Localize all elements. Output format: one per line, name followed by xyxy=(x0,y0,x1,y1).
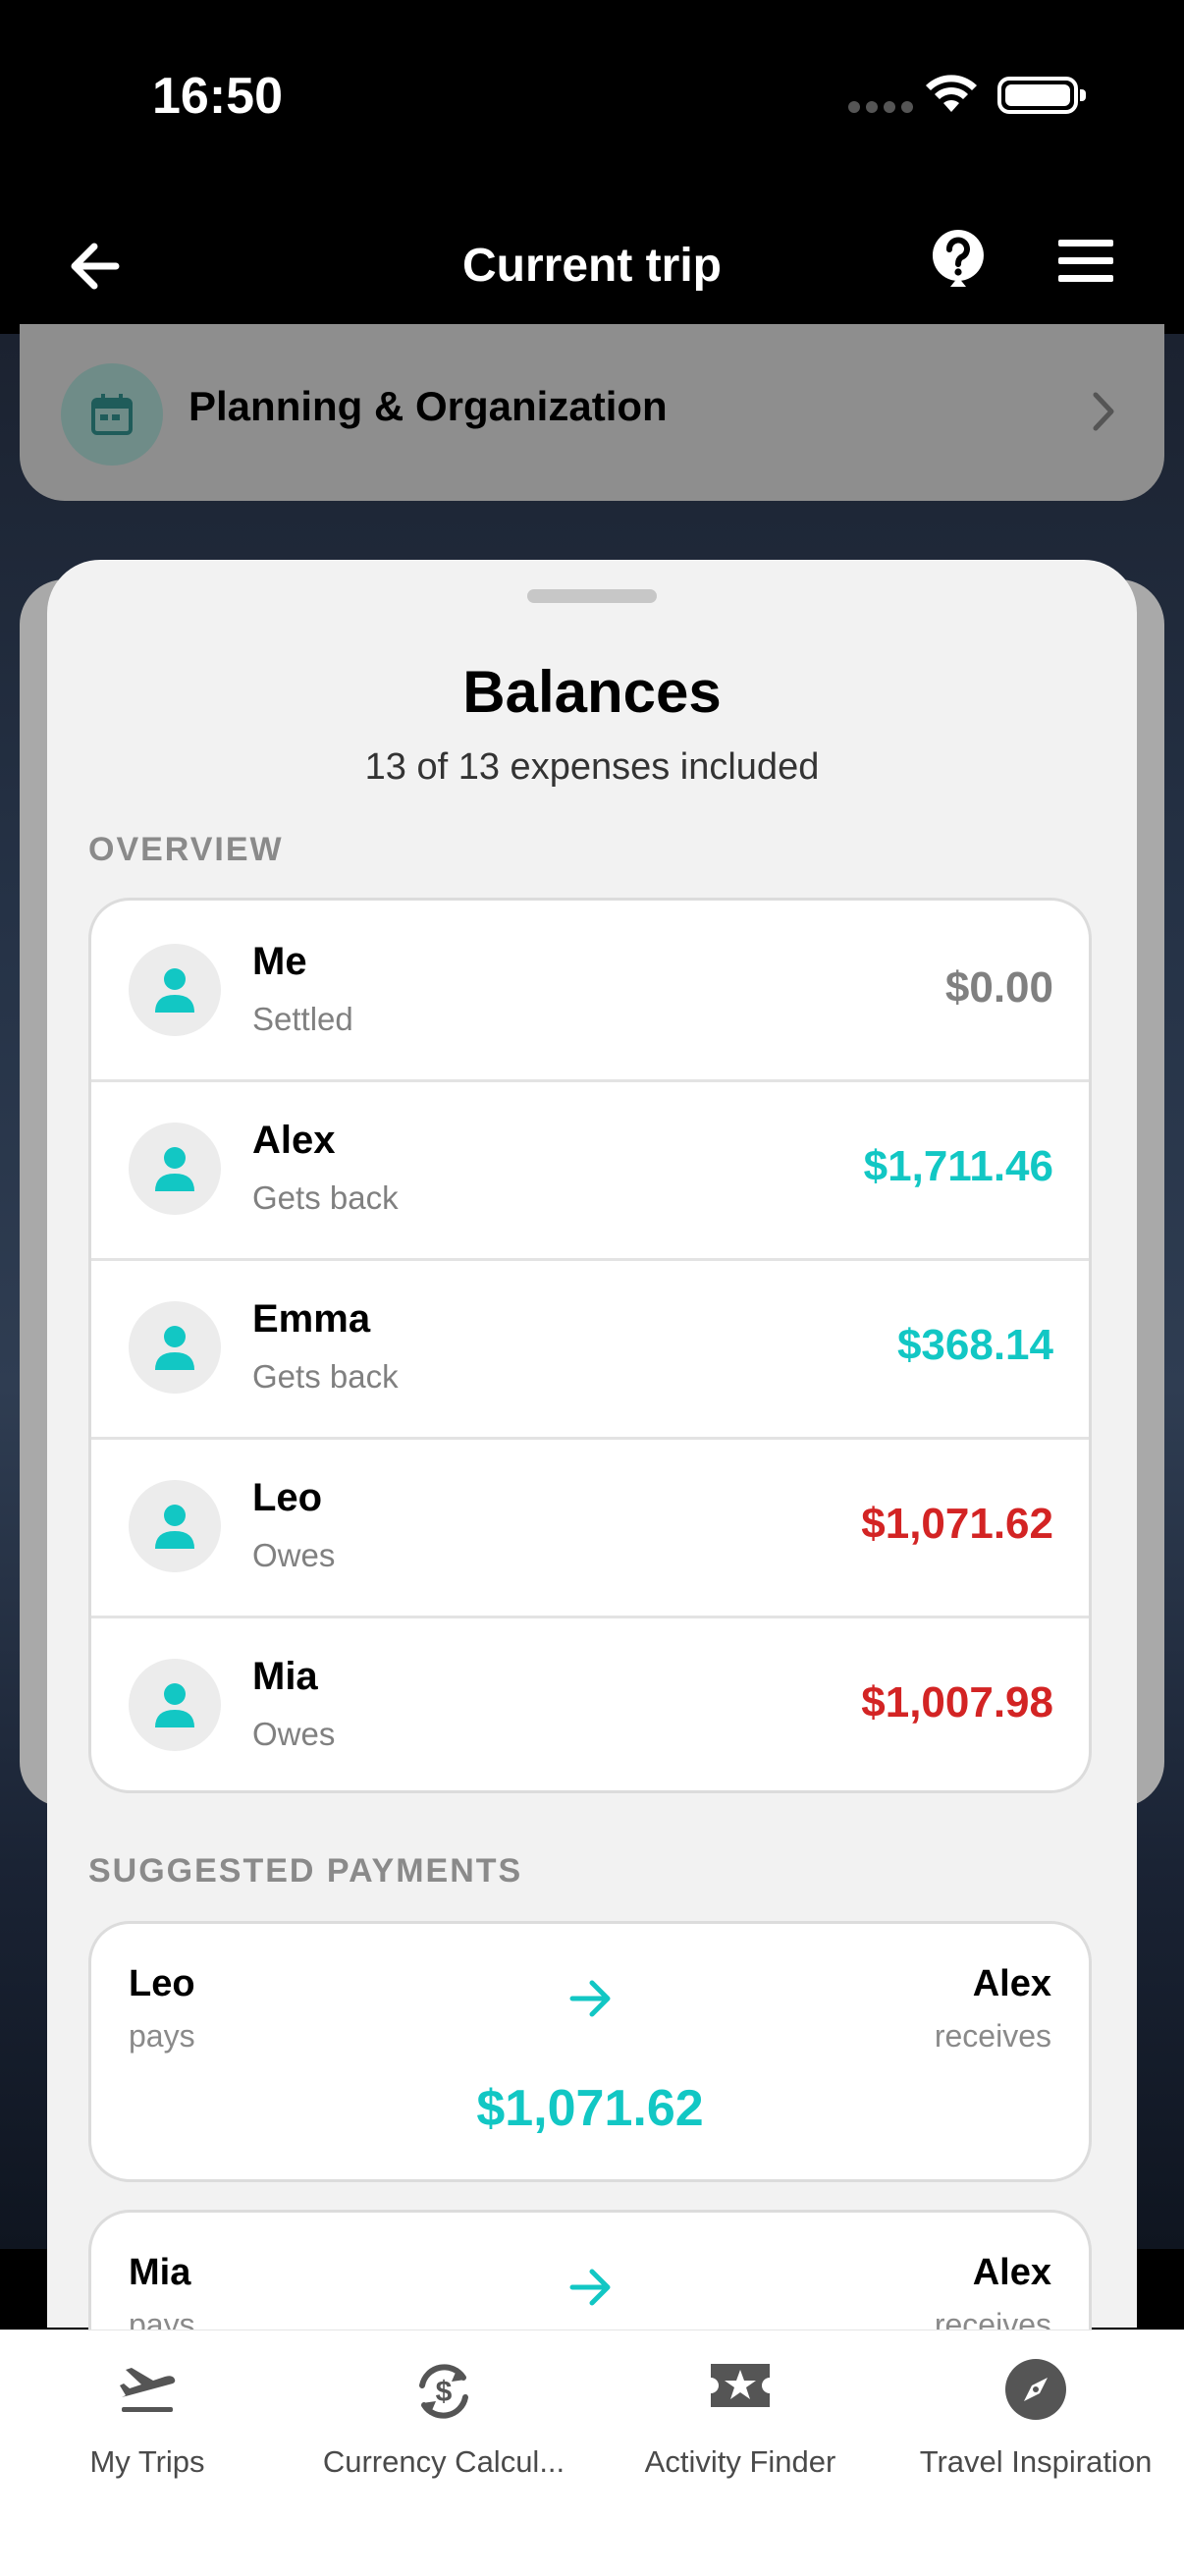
nav-bar: Current trip xyxy=(0,196,1184,334)
payer-name: Leo xyxy=(129,1963,195,2004)
balances-sheet: Balances 13 of 13 expenses included OVER… xyxy=(47,560,1137,2471)
person-status: Gets back xyxy=(252,1358,399,1395)
list-item[interactable]: Leo Owes $1,071.62 xyxy=(91,1437,1089,1618)
sheet-grabber[interactable] xyxy=(527,589,657,603)
tab-my-trips[interactable]: My Trips xyxy=(0,2330,295,2576)
payment-amount: $1,071.62 xyxy=(476,2080,704,2137)
payer-name: Mia xyxy=(129,2252,191,2293)
payee-role: receives xyxy=(934,2018,1051,2054)
wifi-icon xyxy=(926,75,977,112)
person-name: Mia xyxy=(252,1655,318,1698)
person-amount: $1,007.98 xyxy=(861,1678,1053,1726)
person-amount: $1,711.46 xyxy=(863,1142,1053,1190)
person-status: Owes xyxy=(252,1537,336,1573)
sheet-title: Balances xyxy=(462,659,722,725)
svg-text:$: $ xyxy=(436,2376,453,2408)
calendar-icon xyxy=(91,394,133,435)
person-status: Settled xyxy=(252,1001,353,1037)
person-amount: $1,071.62 xyxy=(861,1500,1053,1548)
payee-name: Alex xyxy=(972,1963,1051,2004)
page-title: Current trip xyxy=(462,240,722,292)
person-name: Alex xyxy=(252,1119,336,1162)
list-item[interactable]: Mia Owes $1,007.98 xyxy=(91,1616,1089,1790)
person-name: Leo xyxy=(252,1476,323,1519)
battery-icon xyxy=(997,77,1086,114)
avatar xyxy=(129,1123,221,1215)
list-item[interactable]: Alex Gets back $1,711.46 xyxy=(91,1079,1089,1261)
tab-label: Currency Calcul... xyxy=(322,2444,565,2479)
airplane-takeoff-icon xyxy=(120,2368,176,2412)
planning-label: Planning & Organization xyxy=(188,383,668,429)
payee-name: Alex xyxy=(972,2252,1051,2293)
chevron-right-icon xyxy=(1093,392,1114,431)
avatar xyxy=(129,1480,221,1572)
person-icon xyxy=(155,1505,194,1549)
tab-activity-finder[interactable]: Activity Finder xyxy=(593,2330,888,2576)
tab-bar: My Trips $ Currency Calcul... Activity F… xyxy=(0,2329,1184,2576)
suggested-payments-label: SUGGESTED PAYMENTS xyxy=(88,1852,523,1890)
planning-card[interactable]: Planning & Organization xyxy=(20,324,1164,501)
person-name: Emma xyxy=(252,1297,371,1341)
payer-role: pays xyxy=(129,2018,195,2054)
currency-exchange-icon: $ xyxy=(419,2364,468,2419)
arrow-right-icon xyxy=(569,2269,611,2306)
overview-label: OVERVIEW xyxy=(88,831,284,868)
person-icon xyxy=(155,968,194,1013)
payment-card[interactable]: Leo pays Alex receives $1,071.62 xyxy=(88,1921,1092,2182)
tab-travel-inspiration[interactable]: Travel Inspiration xyxy=(888,2330,1184,2576)
list-item[interactable]: Emma Gets back $368.14 xyxy=(91,1258,1089,1440)
sheet-subtitle: 13 of 13 expenses included xyxy=(364,746,820,788)
arrow-right-icon xyxy=(569,1980,611,2017)
compass-icon xyxy=(1005,2359,1066,2420)
tab-label: My Trips xyxy=(89,2444,205,2479)
person-icon xyxy=(155,1326,194,1370)
person-icon xyxy=(155,1683,194,1727)
tab-currency-calculator[interactable]: $ Currency Calcul... xyxy=(295,2330,593,2576)
hamburger-menu-icon[interactable] xyxy=(1058,240,1113,283)
signal-dots-icon xyxy=(848,101,927,115)
person-status: Owes xyxy=(252,1716,336,1752)
person-name: Me xyxy=(252,940,307,983)
list-item[interactable]: Me Settled $0.00 xyxy=(91,901,1089,1082)
person-amount: $368.14 xyxy=(896,1321,1053,1369)
tab-label: Activity Finder xyxy=(644,2444,836,2479)
person-status: Gets back xyxy=(252,1179,399,1216)
star-ticket-icon xyxy=(711,2364,770,2407)
tab-label: Travel Inspiration xyxy=(919,2444,1153,2479)
status-time: 16:50 xyxy=(152,68,283,125)
avatar xyxy=(129,1301,221,1394)
help-icon[interactable] xyxy=(929,226,988,295)
person-amount: $0.00 xyxy=(944,963,1053,1012)
status-bar: 16:50 xyxy=(0,0,1184,196)
avatar xyxy=(129,944,221,1036)
avatar xyxy=(129,1659,221,1751)
planning-icon-badge xyxy=(61,363,163,466)
overview-list: Me Settled $0.00 Alex Gets back $1,711.4… xyxy=(88,898,1092,1793)
person-icon xyxy=(155,1147,194,1191)
